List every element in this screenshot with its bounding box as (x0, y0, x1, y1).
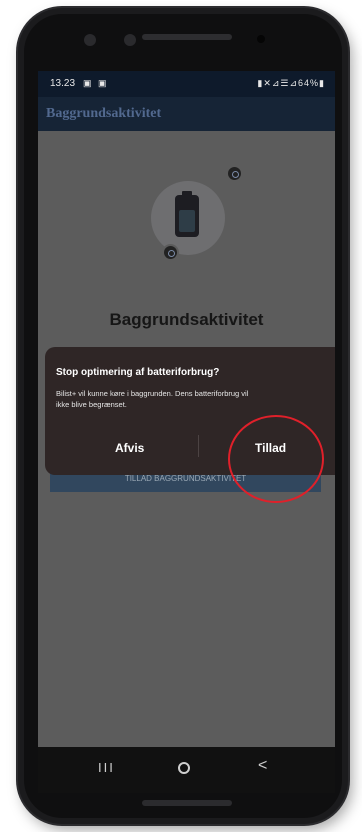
system-status-icons: ▮✕⊿☰⊿64%▮ (257, 78, 325, 88)
front-camera-icon (84, 34, 96, 46)
deny-button[interactable]: Afvis (115, 441, 144, 455)
earpiece-speaker (142, 34, 232, 40)
settings-badge-icon (226, 165, 243, 182)
allow-button-highlight-circle (228, 415, 324, 503)
proximity-sensor-icon (124, 34, 136, 46)
battery-icon (175, 195, 199, 237)
dialog-button-divider (198, 435, 199, 457)
back-icon[interactable]: < (258, 757, 267, 775)
navigation-bar: III < (38, 747, 335, 793)
screen-heading: Baggrundsaktivitet (109, 310, 264, 329)
status-bar: 13.23 ▣ ▣ ▮✕⊿☰⊿64%▮ (38, 71, 335, 97)
bottom-speaker (142, 800, 232, 806)
add-badge-icon (162, 244, 179, 261)
battery-level (179, 210, 195, 232)
dialog-title: Stop optimering af batteriforbrug? (56, 367, 220, 378)
dialog-body: Bilist+ vil kunne køre i baggrunden. Den… (56, 389, 249, 409)
notification-icons: ▣ ▣ (83, 78, 109, 88)
light-sensor (257, 35, 265, 43)
app-bar-title: Baggrundsaktivitet (46, 106, 162, 121)
app-bar: Baggrundsaktivitet (38, 97, 335, 131)
battery-illustration (151, 181, 225, 255)
recent-apps-icon[interactable]: III (98, 760, 115, 775)
status-time: 13.23 (50, 78, 76, 89)
home-icon[interactable] (178, 762, 190, 774)
